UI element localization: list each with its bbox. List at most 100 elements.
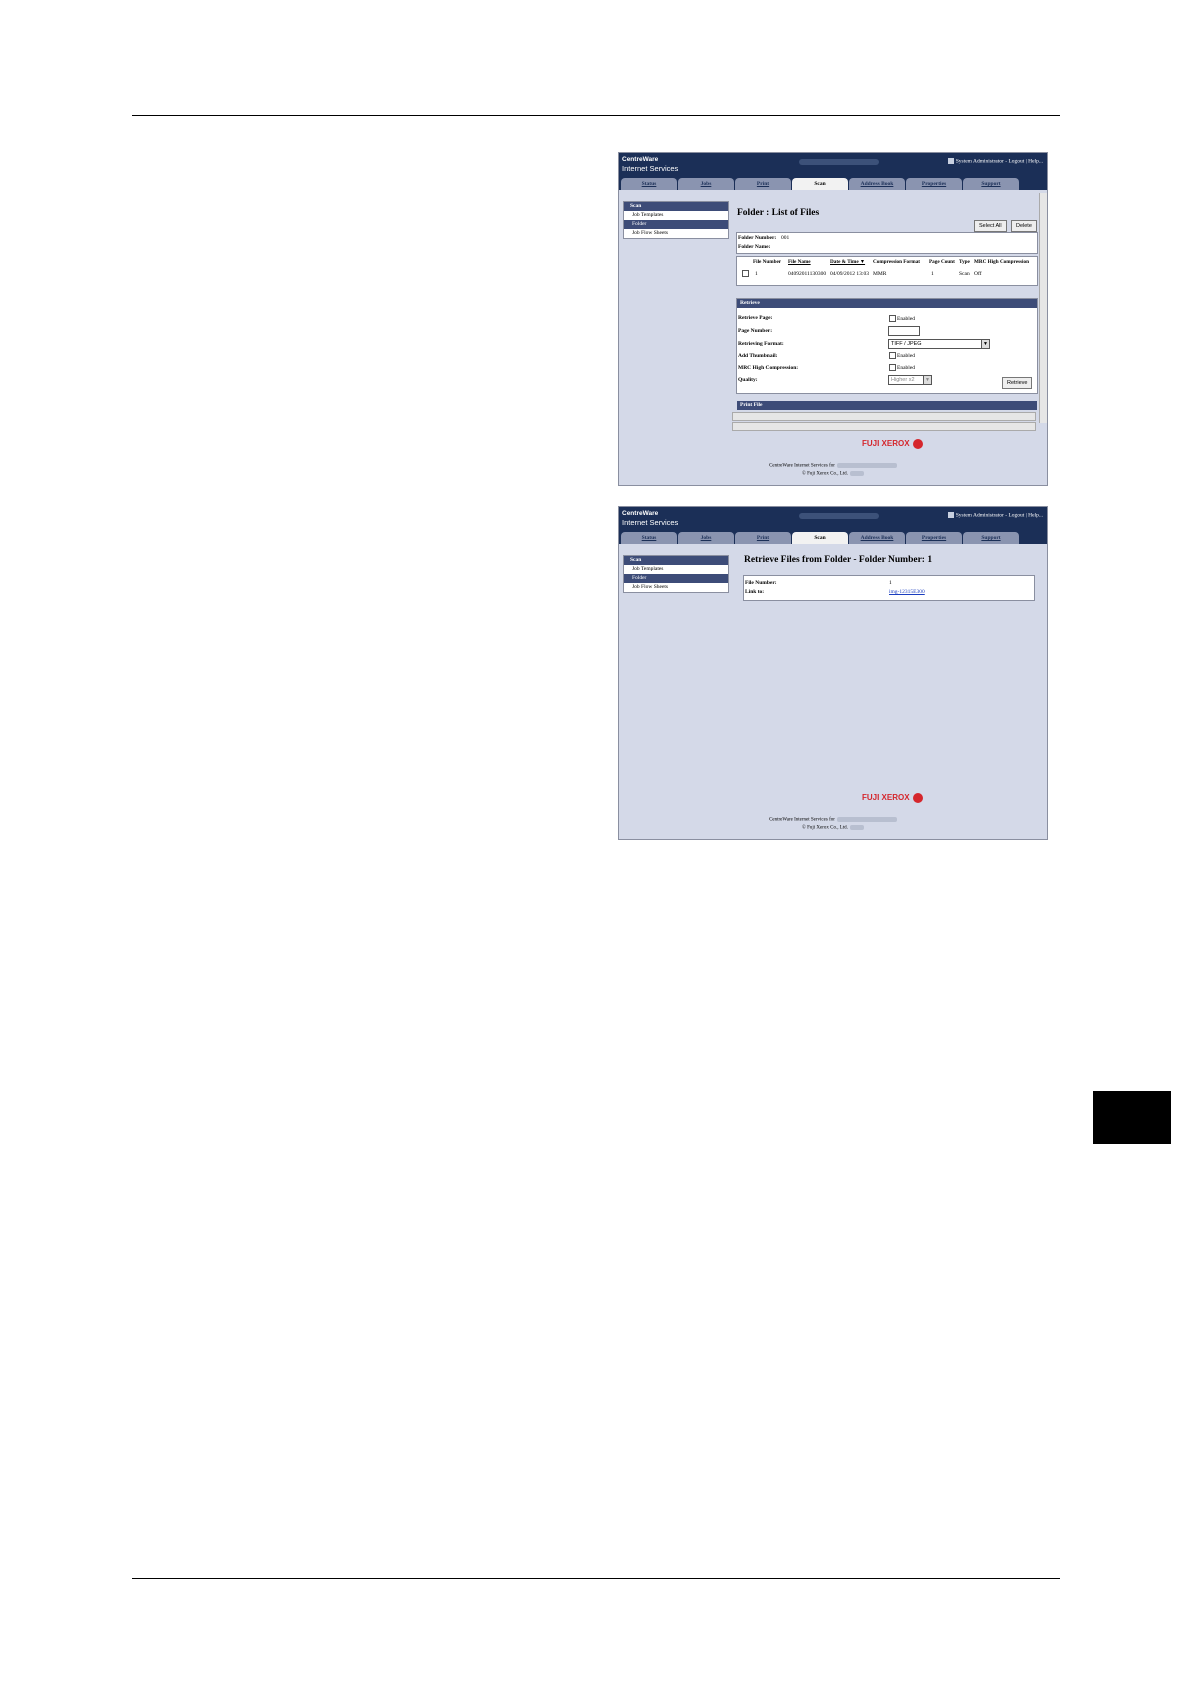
inner-horizontal-scrollbar[interactable] xyxy=(732,412,1036,421)
col-file-name[interactable]: File Name xyxy=(788,259,811,265)
files-table: File Number File Name Date & Time ▼ Comp… xyxy=(736,256,1038,286)
tab-address-book[interactable]: Address Book xyxy=(849,178,905,190)
horizontal-scrollbar[interactable] xyxy=(732,422,1036,431)
chevron-down-icon: ▼ xyxy=(923,376,931,384)
cell-compression: MMR xyxy=(873,271,887,277)
col-page-count: Page Count xyxy=(929,259,955,265)
folder-name-label: Folder Name: xyxy=(738,244,771,250)
mrc-label: MRC High Compression: xyxy=(738,365,799,371)
fuji-xerox-logo: FUJI XEROX xyxy=(862,439,923,449)
copyright-year-blurred xyxy=(849,825,864,830)
footer-line2: © Fuji Xerox Co., Ltd. xyxy=(619,825,1047,831)
retrieve-button[interactable]: Retrieve xyxy=(1002,377,1033,389)
file-number-label: File Number: xyxy=(745,580,777,586)
tab-support[interactable]: Support xyxy=(963,532,1019,544)
screenshot-list-of-files: CentreWare Internet Services System Admi… xyxy=(618,152,1048,486)
admin-links[interactable]: System Administrator - Logout | Help... xyxy=(947,512,1043,518)
tab-status[interactable]: Status xyxy=(621,178,677,190)
brand-line2: Internet Services xyxy=(622,518,679,527)
sidebar-header: Scan xyxy=(624,202,728,211)
device-name-blurred xyxy=(799,513,879,519)
retrieve-page-enabled: Enabled xyxy=(897,316,916,322)
tab-jobs[interactable]: Jobs xyxy=(678,532,734,544)
chapter-tab xyxy=(1093,1091,1171,1144)
col-compression-format: Compression Format xyxy=(873,259,921,265)
device-model-blurred xyxy=(836,817,897,822)
tab-jobs[interactable]: Jobs xyxy=(678,178,734,190)
select-all-button[interactable]: Select All xyxy=(974,220,1007,232)
fuji-xerox-logo: FUJI XEROX xyxy=(862,793,923,803)
xerox-sphere-icon xyxy=(912,793,923,803)
copyright-year-blurred xyxy=(849,471,864,476)
retrieve-page-label: Retrieve Page: xyxy=(738,315,773,321)
vertical-scrollbar[interactable] xyxy=(1039,193,1047,423)
thumbnail-enabled: Enabled xyxy=(897,353,916,359)
cell-type: Scan xyxy=(959,271,970,277)
sidebar-item-folder[interactable]: Folder xyxy=(624,220,728,229)
sidebar-item-job-templates[interactable]: Job Templates xyxy=(624,211,728,220)
tab-print[interactable]: Print xyxy=(735,532,791,544)
sidebar: Scan Job Templates Folder Job Flow Sheet… xyxy=(623,201,729,239)
cell-page-count: 1 xyxy=(931,271,934,277)
device-model-blurred xyxy=(836,463,897,468)
col-type: Type xyxy=(959,259,970,265)
sidebar-header: Scan xyxy=(624,556,728,565)
tab-address-book[interactable]: Address Book xyxy=(849,532,905,544)
file-number-value: 1 xyxy=(889,580,892,586)
cell-file-number: 1 xyxy=(755,271,758,277)
header-rule xyxy=(132,115,1060,116)
mrc-checkbox[interactable] xyxy=(889,364,896,371)
format-label: Retrieving Format: xyxy=(738,341,784,347)
user-icon xyxy=(947,158,954,164)
admin-links[interactable]: System Administrator - Logout | Help... xyxy=(947,158,1043,164)
format-select[interactable]: TIFF / JPEG ▼ xyxy=(888,339,990,349)
tab-scan[interactable]: Scan xyxy=(792,178,848,190)
footer-line1: CentreWare Internet Services for xyxy=(619,817,1047,823)
folder-number-label: Folder Number: xyxy=(738,235,777,241)
file-download-link[interactable]: img-12315E300 xyxy=(889,589,925,595)
chevron-down-icon: ▼ xyxy=(981,340,989,348)
brand-line2: Internet Services xyxy=(622,164,679,173)
brand-line1: CentreWare xyxy=(622,156,659,163)
tab-scan[interactable]: Scan xyxy=(792,532,848,544)
quality-label: Quality: xyxy=(738,377,758,383)
brand-line1: CentreWare xyxy=(622,510,659,517)
sidebar-item-job-templates[interactable]: Job Templates xyxy=(624,565,728,574)
retrieve-header: Retrieve xyxy=(737,299,1037,308)
app-header: CentreWare Internet Services System Admi… xyxy=(619,153,1047,176)
col-mrc: MRC High Compression xyxy=(974,259,1029,265)
mrc-enabled: Enabled xyxy=(897,365,916,371)
folder-info-box: Folder Number: 001 Folder Name: xyxy=(736,232,1038,254)
page-number-input[interactable] xyxy=(888,326,920,336)
tab-print[interactable]: Print xyxy=(735,178,791,190)
cell-date-time: 04/09/2012 13:03 xyxy=(830,271,869,277)
sidebar-item-job-flow-sheets[interactable]: Job Flow Sheets xyxy=(624,229,728,238)
tab-properties[interactable]: Properties xyxy=(906,178,962,190)
tab-bar: Status Jobs Print Scan Address Book Prop… xyxy=(619,176,1047,190)
sidebar: Scan Job Templates Folder Job Flow Sheet… xyxy=(623,555,729,593)
folder-number-value: 001 xyxy=(781,235,790,241)
quality-select[interactable]: Higher x2 ▼ xyxy=(888,375,932,385)
thumbnail-label: Add Thumbnail: xyxy=(738,353,778,359)
col-file-number: File Number xyxy=(753,259,782,265)
tab-support[interactable]: Support xyxy=(963,178,1019,190)
page-number-label: Page Number: xyxy=(738,328,773,334)
col-date-time[interactable]: Date & Time ▼ xyxy=(830,259,865,265)
retrieve-page-checkbox[interactable] xyxy=(889,315,896,322)
xerox-sphere-icon xyxy=(912,439,923,449)
thumbnail-checkbox[interactable] xyxy=(889,352,896,359)
device-name-blurred xyxy=(799,159,879,165)
row-checkbox[interactable] xyxy=(742,270,749,277)
tab-properties[interactable]: Properties xyxy=(906,532,962,544)
sidebar-item-job-flow-sheets[interactable]: Job Flow Sheets xyxy=(624,583,728,592)
retrieve-info-box: File Number: 1 Link to: img-12315E300 xyxy=(743,575,1035,601)
page-title: Retrieve Files from Folder - Folder Numb… xyxy=(744,555,933,565)
footer-line1: CentreWare Internet Services for xyxy=(619,463,1047,469)
link-to-label: Link to: xyxy=(745,589,765,595)
footer-rule xyxy=(132,1578,1060,1579)
footer-line2: © Fuji Xerox Co., Ltd. xyxy=(619,471,1047,477)
sidebar-item-folder[interactable]: Folder xyxy=(624,574,728,583)
delete-button[interactable]: Delete xyxy=(1011,220,1037,232)
tab-status[interactable]: Status xyxy=(621,532,677,544)
cell-file-name: 04092011130300 xyxy=(788,271,827,277)
